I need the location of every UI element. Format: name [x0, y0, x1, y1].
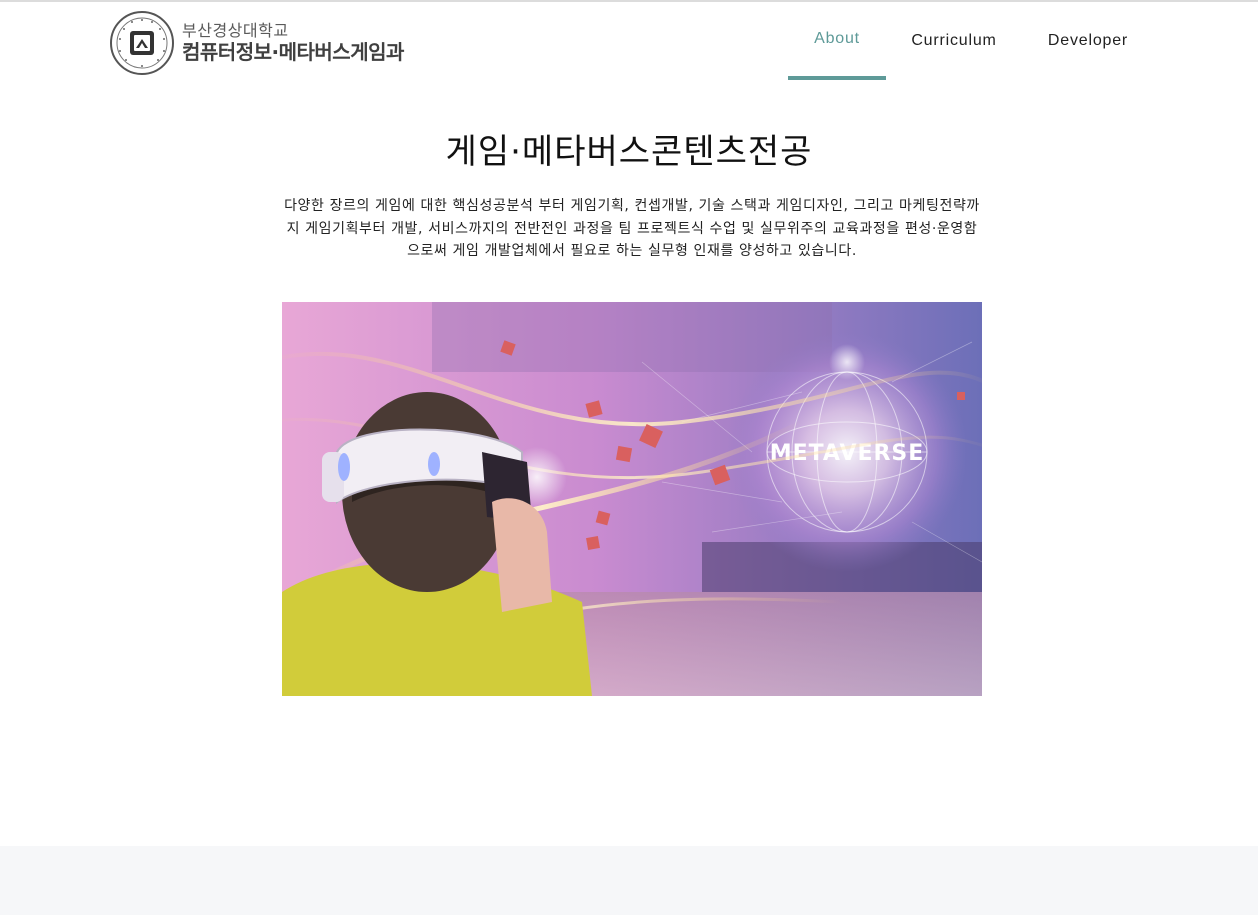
department-name: 컴퓨터정보·메타버스게임과	[182, 39, 404, 64]
university-seal-icon	[110, 11, 174, 75]
page-footer	[0, 846, 1258, 915]
page-title: 게임·메타버스콘텐츠전공	[445, 132, 813, 172]
nav-about[interactable]: About	[788, 2, 886, 80]
logo-text: 부산경상대학교 컴퓨터정보·메타버스게임과	[182, 21, 404, 64]
metaverse-label: METAVERSE	[770, 441, 925, 466]
hero-image: METAVERSE	[282, 302, 982, 696]
nav-curriculum[interactable]: Curriculum	[896, 2, 1012, 80]
program-description: 다양한 장르의 게임에 대한 핵심성공분석 부터 게임기획, 컨셉개발, 기술 …	[284, 198, 980, 259]
department-logo[interactable]: 부산경상대학교 컴퓨터정보·메타버스게임과	[110, 10, 430, 76]
university-name: 부산경상대학교	[182, 21, 289, 41]
metaverse-vr-illustration: METAVERSE	[282, 302, 982, 696]
site-header: 부산경상대학교 컴퓨터정보·메타버스게임과 About Curriculum D…	[0, 2, 1258, 80]
nav-developer[interactable]: Developer	[1032, 2, 1144, 80]
